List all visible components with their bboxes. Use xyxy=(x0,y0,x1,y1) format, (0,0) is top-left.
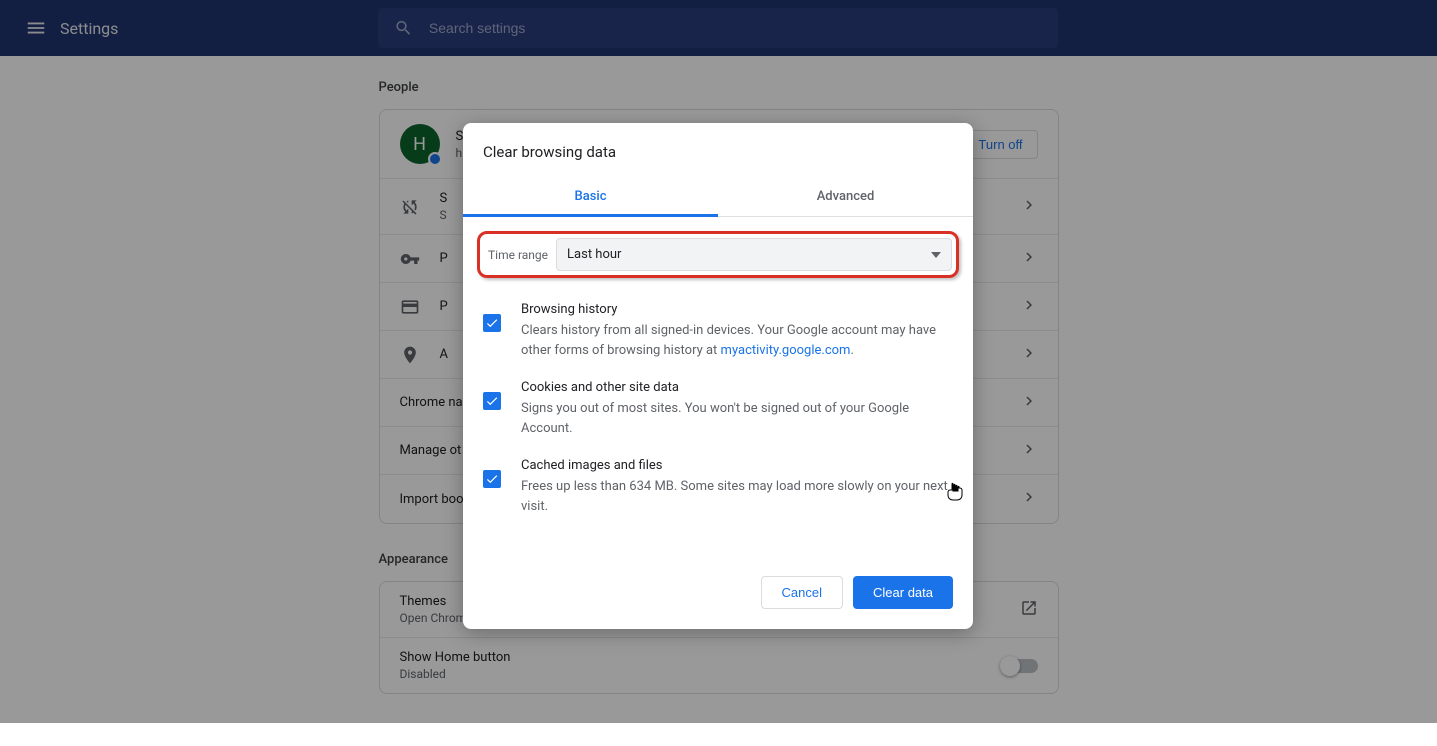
cache-desc: Frees up less than 634 MB. Some sites ma… xyxy=(521,477,953,516)
dialog-tabs: Basic Advanced xyxy=(463,177,973,217)
cache-title: Cached images and files xyxy=(521,458,953,473)
browsing-history-desc: Clears history from all signed-in device… xyxy=(521,321,953,360)
cancel-button[interactable]: Cancel xyxy=(761,576,843,609)
browsing-history-item: Browsing history Clears history from all… xyxy=(483,288,953,366)
clear-browsing-data-dialog: Clear browsing data Basic Advanced Time … xyxy=(463,123,973,629)
cache-item: Cached images and files Frees up less th… xyxy=(483,444,953,522)
cursor-icon xyxy=(946,482,964,502)
cookies-checkbox[interactable] xyxy=(483,392,501,410)
cookies-item: Cookies and other site data Signs you ou… xyxy=(483,366,953,444)
time-range-dropdown[interactable]: Last hour xyxy=(556,238,952,271)
cookies-desc: Signs you out of most sites. You won't b… xyxy=(521,399,953,438)
dialog-title: Clear browsing data xyxy=(463,123,973,177)
time-range-value: Last hour xyxy=(567,247,621,262)
clear-data-button[interactable]: Clear data xyxy=(853,576,953,609)
checkbox-list: Browsing history Clears history from all… xyxy=(463,278,973,522)
time-range-highlight: Time range Last hour xyxy=(477,231,959,278)
browsing-history-title: Browsing history xyxy=(521,302,953,317)
myactivity-link[interactable]: myactivity.google.com xyxy=(721,343,851,358)
tab-basic[interactable]: Basic xyxy=(463,177,718,216)
dropdown-arrow-icon xyxy=(931,250,941,260)
tab-advanced[interactable]: Advanced xyxy=(718,177,973,216)
dialog-actions: Cancel Clear data xyxy=(463,552,973,629)
cookies-title: Cookies and other site data xyxy=(521,380,953,395)
time-range-label: Time range xyxy=(484,248,554,262)
cache-checkbox[interactable] xyxy=(483,470,501,488)
browsing-history-checkbox[interactable] xyxy=(483,314,501,332)
